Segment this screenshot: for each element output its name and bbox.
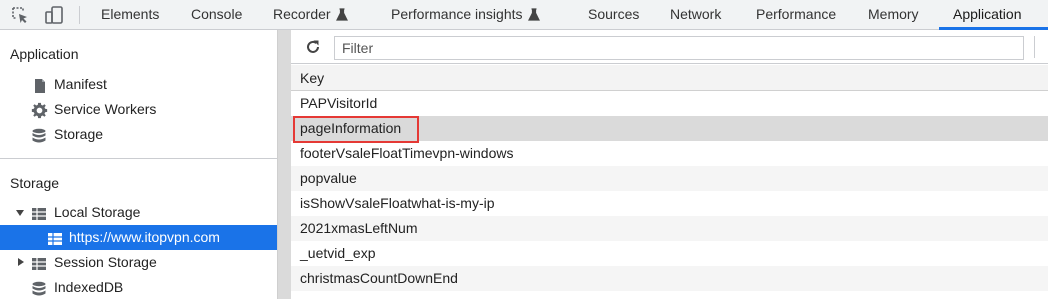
toolbar-separator xyxy=(1034,36,1035,58)
key-cell: christmasCountDownEnd xyxy=(300,270,458,286)
key-cell: popvalue xyxy=(300,170,357,186)
toolbar-separator xyxy=(79,6,80,24)
sidebar-item-service-workers[interactable]: Service Workers xyxy=(0,97,277,122)
key-cell: footerVsaleFloatTimevpn-windows xyxy=(300,145,514,161)
refresh-icon[interactable] xyxy=(303,37,323,57)
tab-label: Application xyxy=(953,6,1022,22)
column-header-key[interactable]: Key xyxy=(291,65,1048,91)
tab-sources[interactable]: Sources xyxy=(588,0,639,30)
tab-label: Memory xyxy=(868,6,919,22)
sidebar-item-local-storage[interactable]: Local Storage xyxy=(0,200,277,225)
tab-elements[interactable]: Elements xyxy=(101,0,159,30)
sidebar-item-local-storage-origin[interactable]: https://www.itopvpn.com xyxy=(0,225,277,250)
table-grid-icon xyxy=(47,230,63,246)
sidebar-divider xyxy=(0,158,277,159)
key-cell: pageInformation xyxy=(300,120,402,136)
section-title-storage: Storage xyxy=(10,175,60,191)
device-toolbar-icon[interactable] xyxy=(44,5,64,25)
key-cell: 2021xmasLeftNum xyxy=(300,220,418,236)
table-row[interactable]: PAPVisitorId xyxy=(291,91,1048,116)
table-row[interactable]: 2021xmasLeftNum xyxy=(291,216,1048,241)
sidebar-item-manifest[interactable]: Manifest xyxy=(0,72,277,97)
sidebar-item-label: Session Storage xyxy=(54,254,157,270)
tab-label: Performance xyxy=(756,6,837,22)
section-title-application: Application xyxy=(10,46,79,62)
gear-icon xyxy=(31,102,48,119)
storage-items-panel: Key PAPVisitorId pageInformation footerV… xyxy=(291,30,1048,299)
table-row[interactable]: christmasCountDownEnd xyxy=(291,266,1048,291)
table-grid-icon xyxy=(31,205,47,221)
tab-memory[interactable]: Memory xyxy=(868,0,919,30)
tab-performance-insights[interactable]: Performance insights xyxy=(391,0,540,30)
tab-label: Network xyxy=(670,6,722,22)
sidebar-item-label: IndexedDB xyxy=(54,279,124,295)
sidebar-scrollbar[interactable] xyxy=(277,30,291,299)
tab-network[interactable]: Network xyxy=(670,0,721,30)
tab-application[interactable]: Application xyxy=(953,0,1022,30)
table-row[interactable]: footerVsaleFloatTimevpn-windows xyxy=(291,141,1048,166)
table-row-selected[interactable]: pageInformation xyxy=(291,116,1048,143)
flask-icon xyxy=(527,2,540,30)
key-cell: PAPVisitorId xyxy=(300,95,378,111)
sidebar-item-indexeddb[interactable]: IndexedDB xyxy=(0,275,277,299)
sidebar-item-session-storage[interactable]: Session Storage xyxy=(0,250,277,275)
inspect-element-icon[interactable] xyxy=(10,5,30,25)
tab-label: Elements xyxy=(101,6,160,22)
key-cell: _uetvid_exp xyxy=(300,245,376,261)
storage-toolbar xyxy=(291,30,1048,64)
flask-icon xyxy=(335,2,348,30)
database-icon xyxy=(31,280,47,296)
tab-label: Recorder xyxy=(273,6,331,22)
table-grid-icon xyxy=(31,255,47,271)
tab-label: Console xyxy=(191,6,243,22)
sidebar-item-storage[interactable]: Storage xyxy=(0,122,277,147)
database-icon xyxy=(31,127,47,143)
table-row[interactable]: popvalue xyxy=(291,166,1048,191)
sidebar-item-label: https://www.itopvpn.com xyxy=(69,229,220,245)
tab-label: Performance insights xyxy=(391,6,523,22)
tab-recorder[interactable]: Recorder xyxy=(273,0,348,30)
sidebar-item-label: Storage xyxy=(54,126,104,142)
filter-input[interactable] xyxy=(334,36,1024,60)
devtools-tab-bar: Elements Console Recorder Performance in… xyxy=(0,0,1048,30)
expand-arrow-right-icon[interactable] xyxy=(18,258,24,266)
expand-arrow-down-icon[interactable] xyxy=(16,210,24,216)
sidebar-item-label: Local Storage xyxy=(54,204,141,220)
tab-label: Sources xyxy=(588,6,640,22)
sidebar-item-label: Manifest xyxy=(54,76,107,92)
application-sidebar: Application Manifest Service Workers Sto… xyxy=(0,30,277,299)
tab-performance[interactable]: Performance xyxy=(756,0,836,30)
table-row[interactable]: isShowVsaleFloatwhat-is-my-ip xyxy=(291,191,1048,216)
file-icon xyxy=(32,77,48,93)
tab-console[interactable]: Console xyxy=(191,0,242,30)
sidebar-item-label: Service Workers xyxy=(54,101,157,117)
table-row[interactable]: _uetvid_exp xyxy=(291,241,1048,266)
key-cell: isShowVsaleFloatwhat-is-my-ip xyxy=(300,195,495,211)
